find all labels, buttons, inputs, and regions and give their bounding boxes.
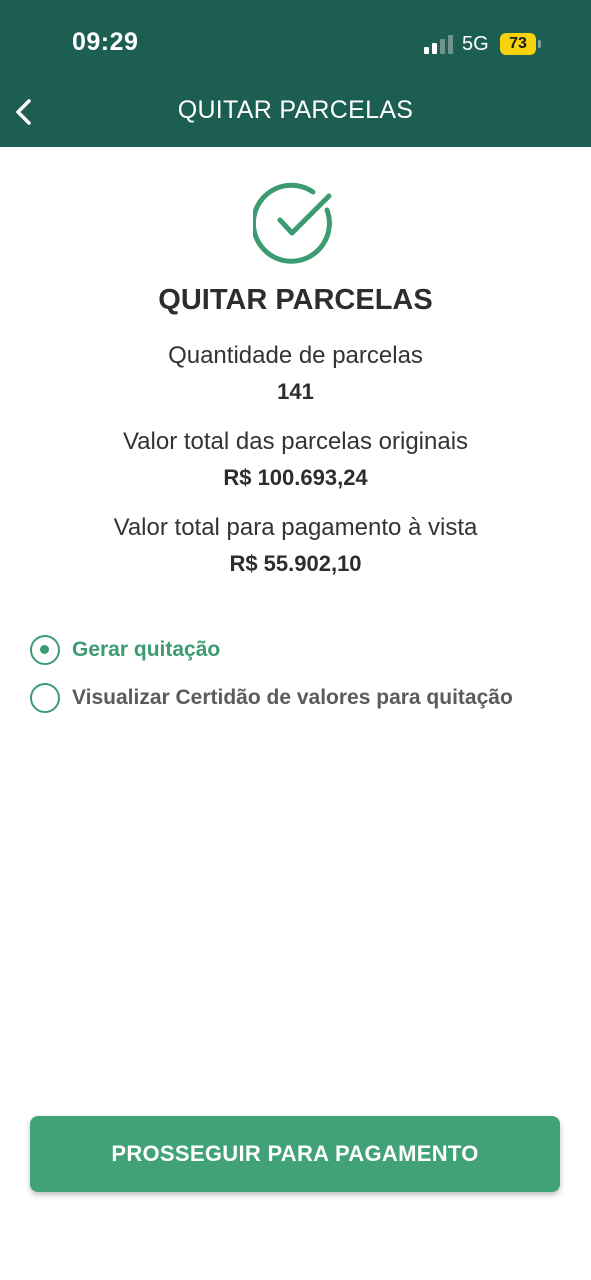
status-bar: 09:29 5G 73 — [0, 0, 591, 88]
option-label: Visualizar Certidão de valores para quit… — [72, 686, 513, 709]
check-circle-icon — [253, 182, 332, 264]
radio-selected[interactable] — [30, 635, 60, 665]
status-time: 09:29 — [72, 28, 139, 56]
original-total-value: R$ 100.693,24 — [223, 465, 368, 490]
app-header: 09:29 5G 73 QUITAR PARCELAS — [0, 0, 591, 147]
option-generate-settlement[interactable]: Gerar quitação — [30, 633, 220, 667]
installments-count-label: Quantidade de parcelas — [168, 342, 423, 369]
option-label: Gerar quitação — [72, 638, 221, 661]
original-total-label: Valor total das parcelas originais — [122, 428, 469, 455]
signal-icon — [424, 34, 454, 54]
battery-nub — [538, 40, 541, 48]
radio-unselected[interactable] — [30, 683, 60, 713]
nav-title: QUITAR PARCELAS — [177, 96, 414, 124]
installments-count-value: 141 — [277, 379, 314, 404]
network-type: 5G — [462, 33, 489, 55]
page-title: QUITAR PARCELAS — [158, 284, 433, 316]
option-view-certificate[interactable]: Visualizar Certidão de valores para quit… — [30, 681, 513, 715]
cash-total-value: R$ 55.902,10 — [229, 551, 362, 576]
battery-icon: 73 — [500, 33, 536, 55]
cash-total-label: Valor total para pagamento à vista — [113, 514, 478, 541]
proceed-to-payment-button[interactable]: PROSSEGUIR PARA PAGAMENTO — [30, 1116, 560, 1192]
